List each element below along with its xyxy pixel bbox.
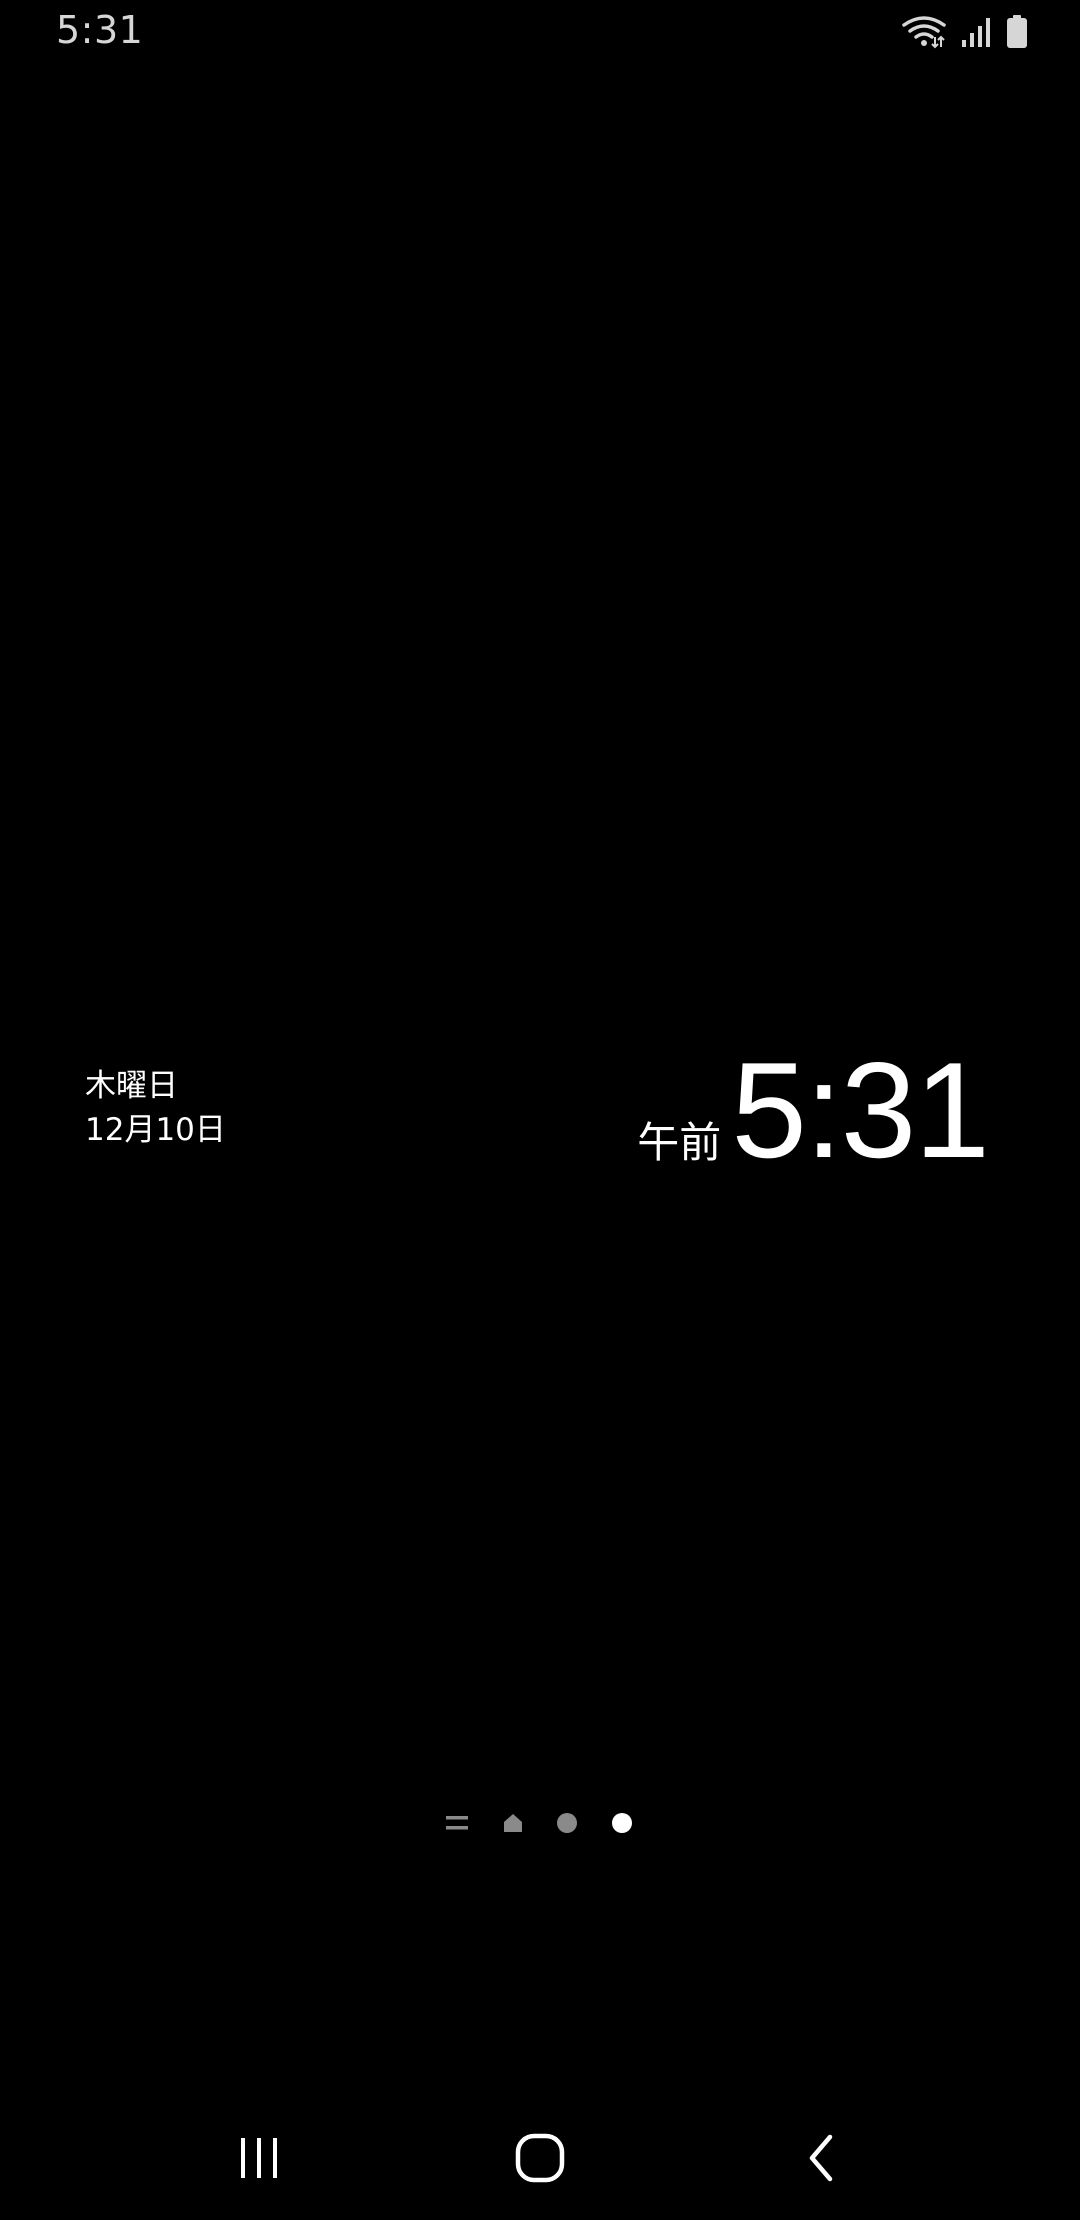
back-icon <box>804 2133 838 2187</box>
home-icon <box>515 2133 565 2187</box>
status-time: 5:31 <box>56 8 144 52</box>
date-label: 12月10日 <box>85 1112 226 1148</box>
recent-apps-button[interactable] <box>199 2130 319 2190</box>
navigation-bar <box>0 2100 1080 2220</box>
page-dot-active[interactable] <box>607 1806 637 1840</box>
status-bar: 5:31 <box>0 0 1080 66</box>
home-page-indicator-icon[interactable] <box>498 1806 528 1840</box>
weekday-label: 木曜日 <box>85 1068 178 1104</box>
menu-page-indicator-icon[interactable] <box>442 1806 472 1840</box>
page-indicator[interactable] <box>0 1806 1080 1840</box>
signal-icon <box>960 16 992 48</box>
battery-icon <box>1006 15 1028 49</box>
ampm-label: 午前 <box>637 1118 722 1167</box>
status-icons <box>902 12 1028 52</box>
back-button[interactable] <box>761 2130 881 2190</box>
clock-time: 5:31 <box>731 1034 990 1186</box>
recent-apps-icon <box>237 2136 281 2184</box>
home-button[interactable] <box>480 2130 600 2190</box>
page-dot[interactable] <box>552 1806 582 1840</box>
date-block[interactable]: 木曜日 12月10日 <box>85 1064 226 1152</box>
wifi-icon <box>902 15 946 49</box>
clock-widget[interactable]: 午前 5:31 <box>637 1034 990 1186</box>
